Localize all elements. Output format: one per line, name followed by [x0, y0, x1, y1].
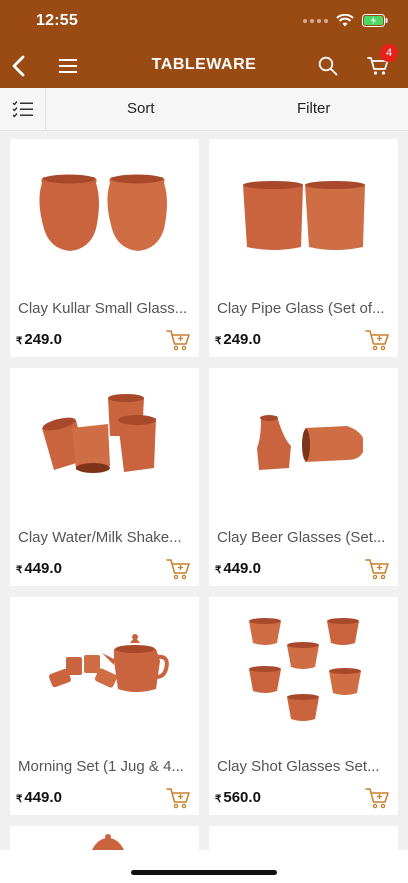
product-card[interactable]: Morning Set (1 Jug & 4... ₹449.0 — [10, 597, 199, 815]
product-image — [42, 394, 156, 473]
product-card[interactable]: Clay Kullar Small Glass... ₹249.0 — [10, 139, 199, 357]
product-name: Clay Pipe Glass (Set of... — [217, 300, 385, 317]
product-price: ₹249.0 — [215, 331, 261, 348]
product-image — [249, 618, 361, 721]
product-image — [92, 834, 124, 850]
add-to-cart-icon[interactable] — [165, 785, 191, 811]
product-card[interactable]: Clay Beer Glasses (Set... ₹449.0 — [209, 368, 398, 586]
product-price: ₹449.0 — [16, 789, 62, 806]
product-card[interactable]: Clay Water/Milk Shake... ₹449.0 — [10, 368, 199, 586]
product-image — [243, 181, 365, 250]
wifi-icon — [336, 14, 354, 27]
add-to-cart-icon[interactable] — [364, 556, 390, 582]
product-name: Clay Kullar Small Glass... — [18, 300, 188, 317]
product-card-partial[interactable] — [10, 826, 199, 850]
checklist-icon — [12, 101, 33, 118]
add-to-cart-icon[interactable] — [364, 785, 390, 811]
home-indicator[interactable] — [131, 870, 277, 875]
product-image — [257, 415, 363, 470]
sort-button[interactable]: Sort — [127, 100, 155, 117]
product-price: ₹249.0 — [16, 331, 62, 348]
home-indicator-bar — [0, 850, 408, 883]
product-price: ₹560.0 — [215, 789, 261, 806]
cart-button[interactable]: 4 — [362, 44, 398, 82]
product-price: ₹449.0 — [16, 560, 62, 577]
product-name: Clay Water/Milk Shake... — [18, 529, 182, 546]
page-title: TABLEWARE — [151, 56, 257, 73]
battery-icon — [362, 14, 388, 27]
product-image — [39, 174, 167, 251]
filter-button[interactable]: Filter — [297, 100, 330, 117]
product-name: Clay Beer Glasses (Set... — [217, 529, 386, 546]
add-to-cart-icon[interactable] — [165, 327, 191, 353]
product-name: Morning Set (1 Jug & 4... — [18, 758, 184, 775]
signal-icon — [303, 18, 328, 23]
product-image — [49, 634, 169, 692]
status-bar: 12:55 — [0, 0, 408, 44]
status-icons — [303, 14, 388, 27]
view-toggle-button[interactable] — [0, 88, 46, 130]
sort-filter-bar: Sort Filter — [0, 88, 408, 131]
app-header: 12:55 TABLEWARE 4 — [0, 0, 408, 88]
product-card[interactable]: Clay Shot Glasses Set... ₹560.0 — [209, 597, 398, 815]
search-icon — [318, 56, 338, 76]
product-card-partial[interactable] — [209, 826, 398, 850]
product-name: Clay Shot Glasses Set... — [217, 758, 380, 775]
product-card[interactable]: Clay Pipe Glass (Set of... ₹249.0 — [209, 139, 398, 357]
cart-count-badge: 4 — [380, 44, 398, 62]
add-to-cart-icon[interactable] — [165, 556, 191, 582]
add-to-cart-icon[interactable] — [364, 327, 390, 353]
nav-bar: TABLEWARE 4 — [0, 44, 408, 88]
product-price: ₹449.0 — [215, 560, 261, 577]
status-time: 12:55 — [36, 12, 78, 29]
search-button[interactable] — [312, 50, 344, 82]
